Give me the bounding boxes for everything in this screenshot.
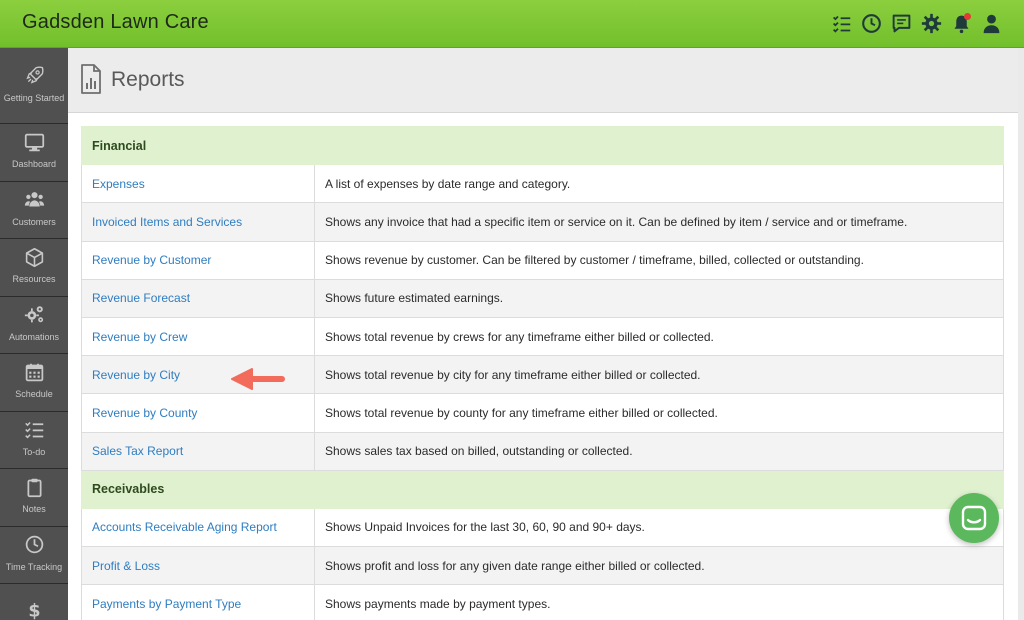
sidebar-item-schedule[interactable]: Schedule [0, 354, 68, 412]
report-link-revenue-by-crew[interactable]: Revenue by Crew [92, 330, 187, 344]
dollar-icon: $ [23, 600, 45, 620]
table-row: Payments by Payment Type Shows payments … [81, 584, 1004, 620]
report-link-revenue-by-customer[interactable]: Revenue by Customer [92, 253, 211, 267]
sidebar-item-label: Time Tracking [5, 561, 63, 572]
report-link-payments-by-payment-type[interactable]: Payments by Payment Type [92, 597, 241, 611]
table-row: Accounts Receivable Aging Report Shows U… [81, 507, 1004, 548]
report-link-revenue-by-county[interactable]: Revenue by County [92, 406, 197, 420]
top-icons [831, 11, 1002, 35]
page-scrollbar[interactable] [1018, 48, 1024, 620]
sidebar-item-notes[interactable]: Notes [0, 469, 68, 527]
clock-icon[interactable] [861, 11, 882, 35]
table-row: Expenses A list of expenses by date rang… [81, 164, 1004, 204]
user-icon[interactable] [981, 11, 1002, 35]
report-description: Shows total revenue by crews for any tim… [314, 316, 1004, 357]
svg-text:$: $ [28, 602, 40, 620]
report-link-revenue-forecast[interactable]: Revenue Forecast [92, 291, 190, 305]
section-header-financial: Financial [81, 125, 1004, 166]
chat-icon[interactable] [891, 11, 912, 35]
table-row: Revenue by Crew Shows total revenue by c… [81, 316, 1004, 357]
main-content: Reports Financial Expenses A list of exp… [68, 48, 1018, 620]
monitor-icon [23, 131, 45, 153]
section-title: Receivables [81, 469, 1004, 509]
report-description: Shows Unpaid Invoices for the last 30, 6… [314, 507, 1004, 548]
checklist-icon[interactable] [831, 11, 852, 35]
report-link-expenses[interactable]: Expenses [92, 177, 145, 191]
chat-bubble-icon [961, 505, 987, 531]
table-row: Revenue Forecast Shows future estimated … [81, 278, 1004, 318]
sidebar-item-getting-started[interactable]: Getting Started [0, 48, 68, 124]
clock-icon [23, 534, 45, 556]
section-header-receivables: Receivables [81, 469, 1004, 509]
report-description: A list of expenses by date range and cat… [314, 164, 1004, 204]
sidebar-item-label: Automations [8, 331, 60, 342]
report-link-invoiced-items-and-services[interactable]: Invoiced Items and Services [92, 215, 242, 229]
top-bar: Gadsden Lawn Care [0, 0, 1024, 48]
annotation-arrow-icon [231, 368, 285, 390]
page-title: Reports [111, 68, 185, 91]
sidebar-item-label: Dashboard [11, 159, 57, 170]
sidebar-item-label: Getting Started [3, 92, 65, 103]
page-header: Reports [68, 48, 1018, 113]
report-description: Shows any invoice that had a specific it… [314, 202, 1004, 242]
cube-icon [23, 246, 45, 268]
checklist-icon [23, 419, 45, 441]
sidebar-item-customers[interactable]: Customers [0, 181, 68, 239]
calendar-icon [23, 361, 45, 383]
report-description: Shows profit and loss for any given date… [314, 546, 1004, 586]
sidebar-item-billing[interactable]: $ [0, 584, 68, 620]
bell-icon[interactable] [951, 11, 972, 35]
report-link-revenue-by-city[interactable]: Revenue by City [92, 368, 180, 382]
notification-dot [964, 13, 971, 20]
report-icon [81, 64, 101, 94]
chat-widget-button[interactable] [949, 493, 999, 543]
table-row: Revenue by City Shows total revenue by c… [81, 355, 1004, 395]
sidebar: Getting Started Dashboard Customers Reso… [0, 48, 68, 620]
report-description: Shows revenue by customer. Can be filter… [314, 240, 1004, 280]
sidebar-item-label: Schedule [15, 389, 53, 400]
report-description: Shows future estimated earnings. [314, 278, 1004, 318]
sidebar-item-automations[interactable]: Automations [0, 296, 68, 354]
table-row: Profit & Loss Shows profit and loss for … [81, 546, 1004, 586]
sidebar-item-label: Notes [22, 504, 46, 515]
report-description: Shows payments made by payment types. [314, 584, 1004, 620]
sidebar-item-label: Customers [12, 216, 56, 227]
report-description: Shows total revenue by county for any ti… [314, 393, 1004, 433]
clipboard-icon [23, 476, 45, 498]
table-row: Revenue by County Shows total revenue by… [81, 393, 1004, 433]
users-icon [23, 189, 45, 211]
table-row: Sales Tax Report Shows sales tax based o… [81, 431, 1004, 471]
report-link-accounts-receivable-aging[interactable]: Accounts Receivable Aging Report [92, 520, 277, 534]
sidebar-item-label: Resources [12, 274, 56, 285]
report-description: Shows sales tax based on billed, outstan… [314, 431, 1004, 471]
gear-icon[interactable] [921, 11, 942, 35]
rocket-icon [23, 65, 45, 87]
report-description: Shows total revenue by city for any time… [314, 355, 1004, 395]
sidebar-item-dashboard[interactable]: Dashboard [0, 124, 68, 182]
report-link-sales-tax-report[interactable]: Sales Tax Report [92, 444, 183, 458]
reports-table: Financial Expenses A list of expenses by… [81, 125, 1004, 620]
table-row: Revenue by Customer Shows revenue by cus… [81, 240, 1004, 280]
sidebar-item-time-tracking[interactable]: Time Tracking [0, 526, 68, 584]
sidebar-item-to-do[interactable]: To-do [0, 411, 68, 469]
gears-icon [23, 304, 45, 326]
sidebar-item-label: To-do [22, 446, 46, 457]
report-link-profit-and-loss[interactable]: Profit & Loss [92, 559, 160, 573]
section-title: Financial [81, 125, 1004, 166]
table-row: Invoiced Items and Services Shows any in… [81, 202, 1004, 242]
sidebar-item-resources[interactable]: Resources [0, 239, 68, 297]
brand-name[interactable]: Gadsden Lawn Care [22, 11, 209, 34]
